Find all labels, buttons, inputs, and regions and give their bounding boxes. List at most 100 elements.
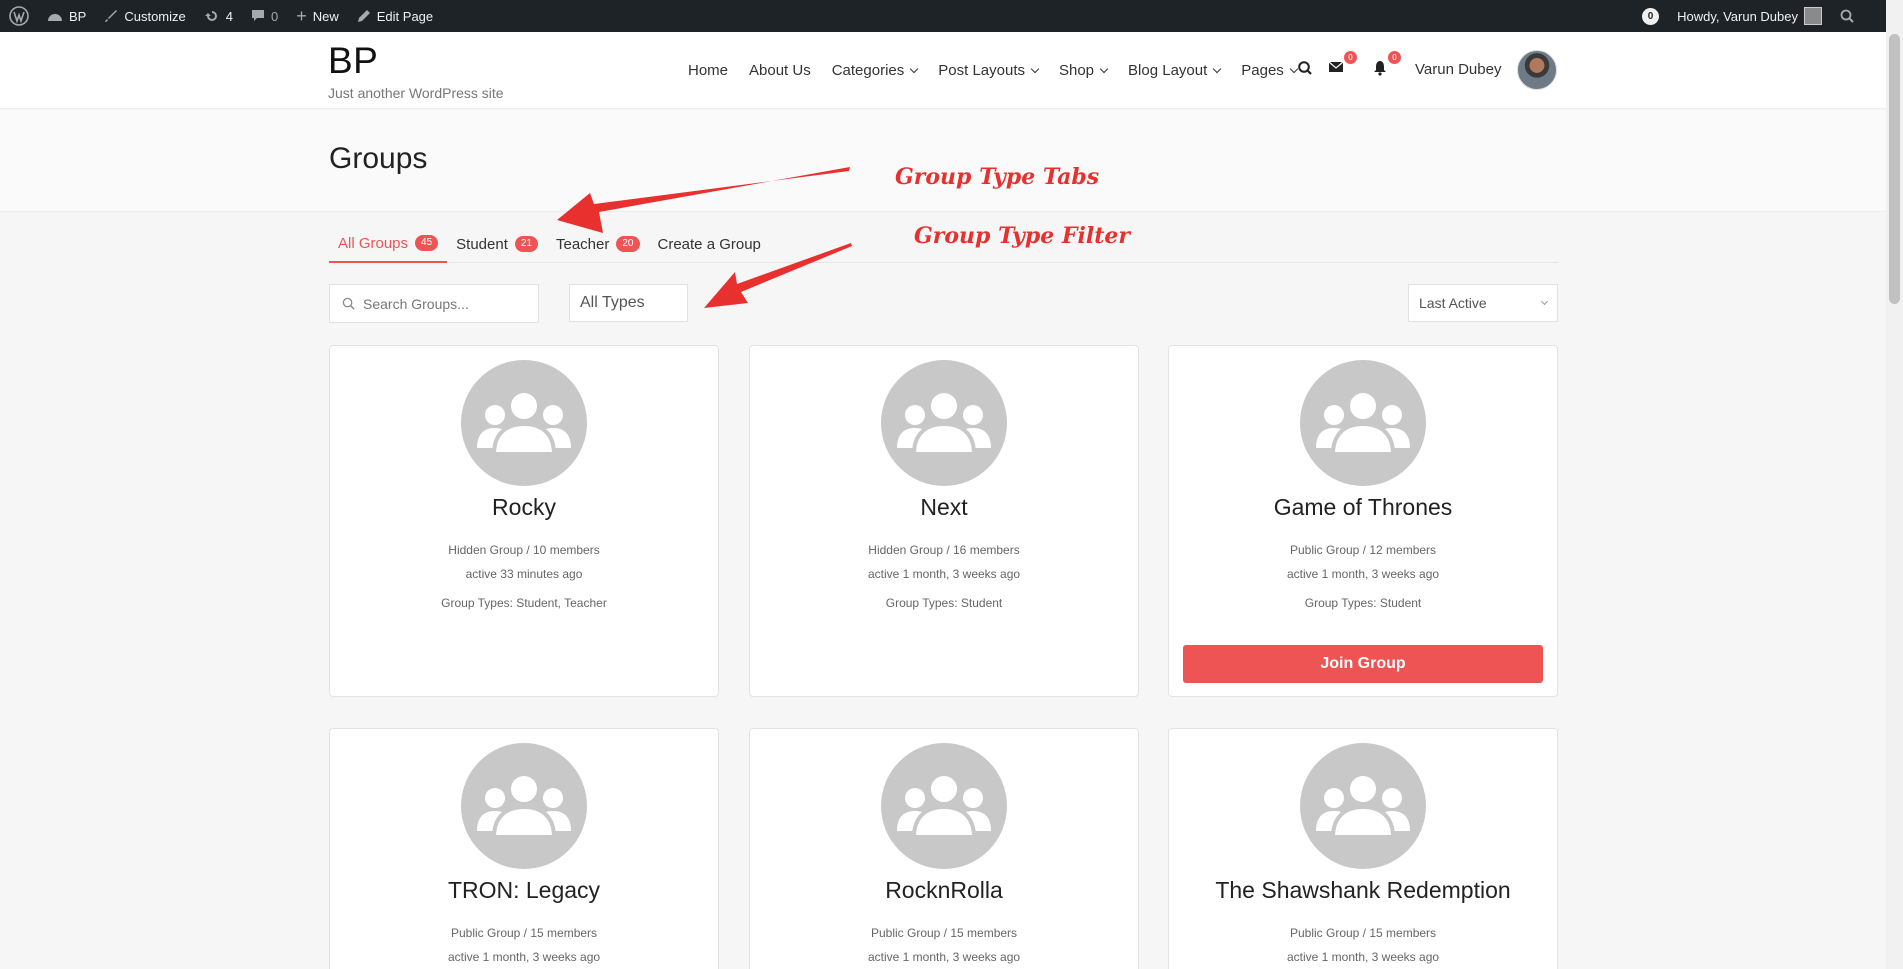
tab-label: Create a Group [657,235,761,253]
group-status: Public Group / 15 members [870,926,1018,940]
nav-label: About Us [749,62,811,79]
page-scrollbar[interactable] [1886,0,1903,969]
nav-item-blog-layout[interactable]: Blog Layout [1128,62,1222,79]
group-card-game-of-thrones[interactable]: Game of Thrones Public Group / 12 member… [1168,345,1558,697]
group-status: Public Group / 12 members [1289,543,1437,557]
group-name[interactable]: The Shawshank Redemption [1169,877,1557,904]
admin-edit-label: Edit Page [376,8,434,24]
nav-label: Blog Layout [1128,62,1208,79]
tab-count-badge: 45 [415,235,439,251]
admin-site-link[interactable]: BP [38,0,95,32]
group-name[interactable]: Rocky [330,494,718,521]
chevron-down-icon [1099,64,1109,73]
group-avatar-icon[interactable] [461,743,587,869]
group-name[interactable]: RocknRolla [750,877,1138,904]
admin-edit-link[interactable]: Edit Page [348,0,442,32]
group-card-tron-legacy[interactable]: TRON: Legacy Public Group / 15 members a… [329,728,719,969]
order-by-select[interactable]: Last Active [1408,284,1558,322]
messages-count: 0 [1344,51,1357,64]
brush-icon [105,10,118,22]
messages-icon[interactable]: 0 [1328,51,1357,80]
comment-icon [252,10,264,21]
site-tagline: Just another WordPress site [328,85,504,101]
admin-search-icon[interactable] [1831,0,1863,32]
tab-all-groups[interactable]: All Groups 45 [329,225,448,263]
group-types: Group Types: Student, Teacher [441,596,607,610]
admin-updates-link[interactable]: 4 [195,0,242,32]
site-title[interactable]: BP [328,40,378,82]
group-type-filter-select[interactable]: All Types [569,284,688,322]
group-status: Public Group / 15 members [450,926,598,940]
join-group-button[interactable]: Join Group [1183,645,1543,683]
group-status: Hidden Group / 16 members [868,543,1020,557]
notifications-count: 0 [1388,51,1401,64]
site-header: BP Just another WordPress site Home Abou… [0,32,1886,109]
group-status: Hidden Group / 10 members [448,543,600,557]
group-card-rocknrolla[interactable]: RocknRolla Public Group / 15 members act… [749,728,1139,969]
group-name[interactable]: Game of Thrones [1169,494,1557,521]
scrollbar-thumb[interactable] [1889,34,1900,304]
tab-create-group[interactable]: Create a Group [649,225,770,263]
chevron-down-icon [910,64,919,73]
search-groups-input[interactable]: Search Groups... [329,284,539,323]
user-avatar[interactable] [1517,50,1557,90]
search-placeholder: Search Groups... [363,295,469,312]
tab-student[interactable]: Student 21 [447,225,547,263]
group-avatar-icon[interactable] [1300,743,1426,869]
annotation-group-type-tabs: Group Type Tabs [895,164,1100,190]
nav-label: Categories [831,62,905,79]
group-types: Group Types: Student [1304,596,1422,610]
tab-label: Teacher [556,235,610,253]
admin-comments-count: 0 [271,8,279,24]
nav-item-about[interactable]: About Us [749,62,811,79]
group-name[interactable]: Next [750,494,1138,521]
order-value: Last Active [1419,295,1487,311]
group-avatar-icon[interactable] [881,360,1007,486]
admin-customize-label: Customize [124,8,186,24]
annotation-group-type-filter: Group Type Filter [914,223,1130,249]
nav-item-post-layouts[interactable]: Post Layouts [938,62,1040,79]
group-avatar-icon[interactable] [1300,360,1426,486]
header-search-icon[interactable] [1297,60,1317,80]
page-title-band: Groups [0,110,1886,212]
group-avatar-icon[interactable] [881,743,1007,869]
group-last-active: active 1 month, 3 weeks ago [867,950,1021,964]
updates-icon [204,11,217,21]
tab-label: All Groups [338,234,409,252]
nav-item-home[interactable]: Home [688,62,728,79]
group-last-active: active 33 minutes ago [465,567,583,581]
notifications-bell-icon[interactable]: 0 [1372,51,1401,80]
admin-comments-link[interactable]: 0 [242,0,287,32]
wordpress-logo-icon[interactable] [0,0,38,32]
group-status: Public Group / 15 members [1289,926,1437,940]
user-name[interactable]: Varun Dubey [1415,61,1501,78]
type-filter-value: All Types [580,294,645,311]
group-card-next[interactable]: Next Hidden Group / 16 members active 1 … [749,345,1139,697]
admin-avatar [1804,7,1822,25]
nav-item-shop[interactable]: Shop [1059,62,1109,79]
nav-item-pages[interactable]: Pages [1241,62,1299,79]
group-last-active: active 1 month, 3 weeks ago [447,950,601,964]
group-avatar-icon[interactable] [461,360,587,486]
chevron-down-icon [1540,297,1549,306]
admin-account-link[interactable]: Howdy, Varun Dubey [1668,0,1831,32]
admin-new-label: New [312,8,339,24]
tab-count-badge: 21 [514,236,538,252]
admin-notification-count: 0 [1642,7,1660,25]
group-card-rocky[interactable]: Rocky Hidden Group / 10 members active 3… [329,345,719,697]
nav-label: Home [688,62,729,79]
pencil-icon [357,10,370,22]
admin-new-link[interactable]: + New [287,0,348,32]
search-icon [342,297,355,310]
plus-icon: + [296,6,307,26]
chevron-down-icon [1213,64,1222,73]
group-name[interactable]: TRON: Legacy [330,877,718,904]
tab-teacher[interactable]: Teacher 20 [547,225,649,263]
group-card-shawshank[interactable]: The Shawshank Redemption Public Group / … [1168,728,1558,969]
group-types: Group Types: Student [885,596,1003,610]
admin-customize-link[interactable]: Customize [95,0,194,32]
group-last-active: active 1 month, 3 weeks ago [1286,567,1440,581]
admin-notifications[interactable]: 0 [1633,0,1668,32]
chevron-down-icon [1030,64,1040,73]
nav-item-categories[interactable]: Categories [831,62,919,79]
